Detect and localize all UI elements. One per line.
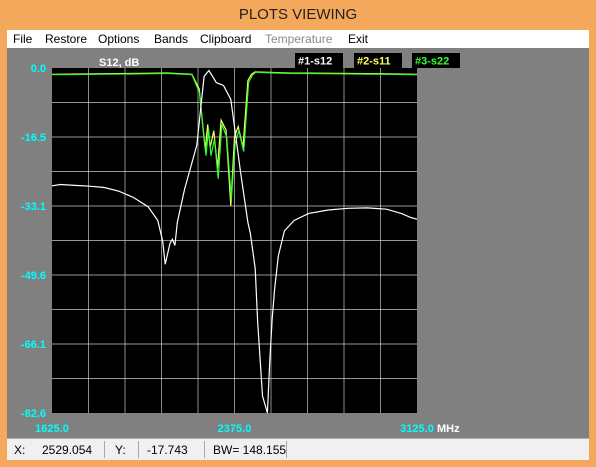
status-y-value: -17.743 <box>147 443 188 457</box>
menu-restore[interactable]: Restore <box>45 30 87 48</box>
x-tick-label: 3125.0 <box>400 423 434 435</box>
window-title: PLOTS VIEWING <box>238 6 358 23</box>
y-tick-label: -66.1 <box>21 339 46 351</box>
status-separator <box>138 441 139 458</box>
status-x-label: X: <box>14 443 26 457</box>
y-tick-label: -16.5 <box>21 132 46 144</box>
menu-temperature: Temperature <box>265 32 333 46</box>
menu-bands[interactable]: Bands <box>154 30 188 48</box>
legend-entry: #1-s12 <box>298 56 332 68</box>
plot-area: S12, dB #1-s12 #2-s11 #3-s22 0.0 -16.5 -33.1… <box>7 48 589 438</box>
status-x-value: 2529.054 <box>42 443 93 457</box>
y-tick-label: -82.6 <box>21 408 46 420</box>
plots-viewing-window: PLOTS VIEWING File Restore Options Bands… <box>0 0 596 467</box>
menu-file[interactable]: File <box>13 30 32 48</box>
status-separator <box>204 441 205 458</box>
s-parameter-plot[interactable]: S12, dB #1-s12 #2-s11 #3-s22 0.0 -16.5 -33.1… <box>7 48 589 438</box>
y-tick-label: -49.6 <box>21 270 46 282</box>
status-bar: X: 2529.054 Y: -17.743 BW= 148.155 <box>7 438 589 460</box>
x-unit-label: MHz <box>437 423 460 435</box>
y-axis-labels: 0.0 -16.5 -33.1 -49.6 -66.1 -82.6 <box>21 63 46 420</box>
menu-bar: File Restore Options Bands Clipboard Tem… <box>7 30 589 48</box>
menu-clipboard[interactable]: Clipboard <box>200 30 251 48</box>
legend: #1-s12 #2-s11 #3-s22 <box>295 53 460 68</box>
status-separator <box>286 441 287 458</box>
legend-entry: #2-s11 <box>357 56 391 68</box>
status-y-label: Y: <box>115 443 126 457</box>
menu-exit[interactable]: Exit <box>348 30 368 48</box>
menu-options[interactable]: Options <box>98 30 139 48</box>
y-tick-label: 0.0 <box>31 63 46 75</box>
x-axis-labels: 1625.0 2375.0 3125.0 MHz <box>35 423 460 435</box>
legend-entry: #3-s22 <box>415 56 449 68</box>
status-bw: BW= 148.155 <box>213 443 287 457</box>
x-tick-label: 2375.0 <box>218 423 252 435</box>
y-tick-label: -33.1 <box>21 201 46 213</box>
status-separator <box>104 441 105 458</box>
chart-title: S12, dB <box>99 57 139 69</box>
x-tick-label: 1625.0 <box>35 423 69 435</box>
